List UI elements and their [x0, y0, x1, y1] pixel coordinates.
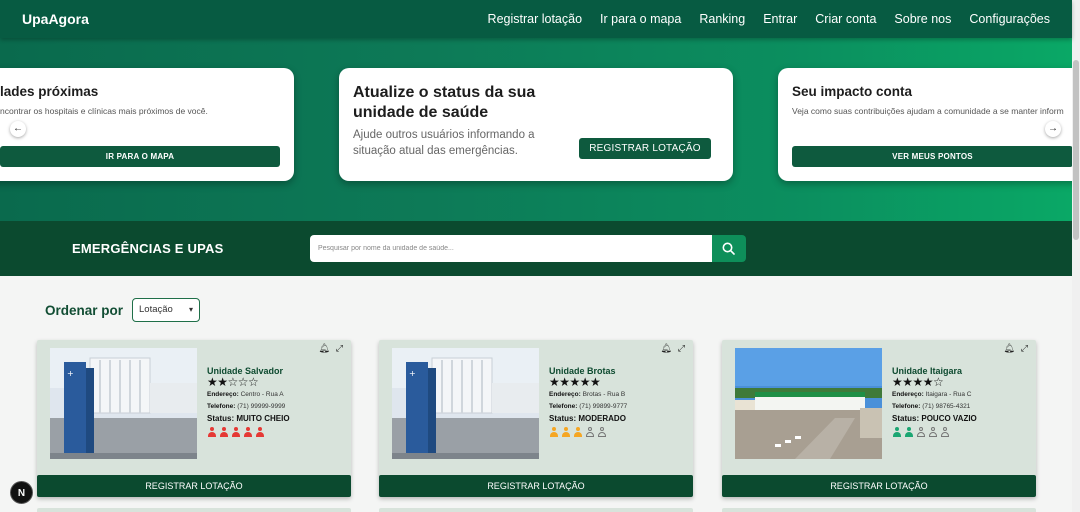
go-to-map-button[interactable]: IR PARA O MAPA [0, 146, 280, 167]
bell-icon[interactable]: 🔔︎ [660, 343, 671, 354]
slide-text: Veja como suas contribuições ajudam a co… [792, 106, 1064, 116]
search-button[interactable] [712, 235, 746, 262]
unit-card [722, 508, 1036, 512]
arrow-left-icon[interactable]: ← [10, 121, 26, 137]
slide-title: Seu impacto conta [792, 84, 913, 99]
unit-status: Status: MODERADO [549, 414, 626, 423]
bell-icon[interactable]: 🔔︎ [1003, 343, 1014, 354]
unit-card: 🔔︎ ⤢ Unidade Itaigara ★★★★☆ Endereço: It… [722, 340, 1036, 497]
rating-stars: ★★★★☆ [892, 375, 944, 389]
view-my-points-button[interactable]: VER MEUS PONTOS [792, 146, 1072, 167]
svg-text:+: + [67, 369, 74, 378]
register-occupancy-button[interactable]: REGISTRAR LOTAÇÃO [379, 475, 693, 497]
carousel-slide-impact: Seu impacto conta Veja como suas contrib… [778, 68, 1072, 181]
slide-title: lades próximas [0, 84, 99, 99]
rating-stars: ★★★★★ [549, 375, 601, 389]
card-actions: 🔔︎ ⤢ [660, 343, 685, 354]
card-actions: 🔔︎ ⤢ [318, 343, 343, 354]
sort-selected-value: Lotação [139, 304, 173, 315]
nav-link-ir-para-o-mapa[interactable]: Ir para o mapa [600, 12, 681, 26]
nav-link-entrar[interactable]: Entrar [763, 12, 797, 26]
hero-carousel: lades próximas ncontrar os hospitais e c… [0, 38, 1072, 221]
person-filled-icon [561, 427, 570, 438]
nav-link-ranking[interactable]: Ranking [699, 12, 745, 26]
bell-icon[interactable]: 🔔︎ [318, 343, 329, 354]
carousel-slide-update-status: Atualize o status da sua unidade de saúd… [339, 68, 733, 181]
unit-phone: Telefone: (71) 99999-9999 [207, 403, 286, 410]
occupancy-indicator [549, 427, 606, 438]
person-outline-icon [916, 427, 925, 438]
slide-title: Atualize o status da sua unidade de saúd… [353, 84, 536, 121]
search-input[interactable] [310, 235, 712, 262]
person-filled-icon [219, 427, 228, 438]
unit-address: Endereço: Brotas - Rua B [549, 391, 626, 398]
expand-icon[interactable]: ⤢ [1021, 343, 1028, 354]
unit-card: + 🔔︎ ⤢ Unidade Salvador ★★☆☆☆ Endereço: … [37, 340, 351, 497]
nav-links: Registrar lotação Ir para o mapa Ranking… [488, 12, 1050, 26]
register-occupancy-button[interactable]: REGISTRAR LOTAÇÃO [722, 475, 1036, 497]
person-filled-icon [255, 427, 264, 438]
person-outline-icon [940, 427, 949, 438]
scrollbar-thumb[interactable] [1073, 60, 1079, 240]
unit-card: + 🔔︎ ⤢ Unidade Brotas ★★★★★ Endereço: Br… [379, 340, 693, 497]
expand-icon[interactable]: ⤢ [336, 343, 343, 354]
person-filled-icon [904, 427, 913, 438]
arrow-right-icon[interactable]: → [1045, 121, 1061, 137]
unit-photo: + [392, 348, 539, 459]
person-filled-icon [892, 427, 901, 438]
unit-address: Endereço: Centro - Rua A [207, 391, 284, 398]
devtools-button[interactable]: N [10, 481, 33, 504]
expand-icon[interactable]: ⤢ [678, 343, 685, 354]
card-actions: 🔔︎ ⤢ [1003, 343, 1028, 354]
person-filled-icon [207, 427, 216, 438]
register-occupancy-button[interactable]: REGISTRAR LOTAÇÃO [579, 138, 711, 159]
person-filled-icon [573, 427, 582, 438]
unit-photo: + [50, 348, 197, 459]
unit-address: Endereço: Itaigara - Rua C [892, 391, 972, 398]
person-outline-icon [597, 427, 606, 438]
nav-link-configuracoes[interactable]: Configurações [969, 12, 1050, 26]
carousel-slide-nearby: lades próximas ncontrar os hospitais e c… [0, 68, 294, 181]
slide-text: ncontrar os hospitais e clínicas mais pr… [0, 106, 208, 116]
unit-card [379, 508, 693, 512]
person-filled-icon [243, 427, 252, 438]
occupancy-indicator [892, 427, 949, 438]
svg-text:+: + [409, 369, 416, 378]
person-filled-icon [549, 427, 558, 438]
person-outline-icon [928, 427, 937, 438]
navbar: UpaAgora Registrar lotação Ir para o map… [0, 0, 1072, 38]
scrollbar[interactable] [1072, 0, 1080, 512]
occupancy-indicator [207, 427, 264, 438]
slide-text: Ajude outros usuários informando a situa… [353, 129, 535, 157]
section-title: EMERGÊNCIAS E UPAS [72, 241, 224, 256]
chevron-down-icon: ▾ [188, 305, 193, 314]
unit-card [37, 508, 351, 512]
unit-phone: Telefone: (71) 98765-4321 [892, 403, 971, 410]
rating-stars: ★★☆☆☆ [207, 375, 259, 389]
nav-link-sobre-nos[interactable]: Sobre nos [894, 12, 951, 26]
unit-phone: Telefone: (71) 99899-9777 [549, 403, 628, 410]
brand-logo[interactable]: UpaAgora [22, 11, 89, 27]
search-band: EMERGÊNCIAS E UPAS [0, 221, 1072, 276]
search-icon [722, 242, 735, 255]
sort-select[interactable]: Lotação ▾ [132, 298, 200, 322]
nav-link-registrar-lotacao[interactable]: Registrar lotação [488, 12, 583, 26]
nav-link-criar-conta[interactable]: Criar conta [815, 12, 876, 26]
unit-status: Status: MUITO CHEIO [207, 414, 290, 423]
unit-photo [735, 348, 882, 459]
register-occupancy-button[interactable]: REGISTRAR LOTAÇÃO [37, 475, 351, 497]
person-outline-icon [585, 427, 594, 438]
person-filled-icon [231, 427, 240, 438]
unit-status: Status: POUCO VAZIO [892, 414, 977, 423]
sort-label: Ordenar por [45, 303, 124, 318]
